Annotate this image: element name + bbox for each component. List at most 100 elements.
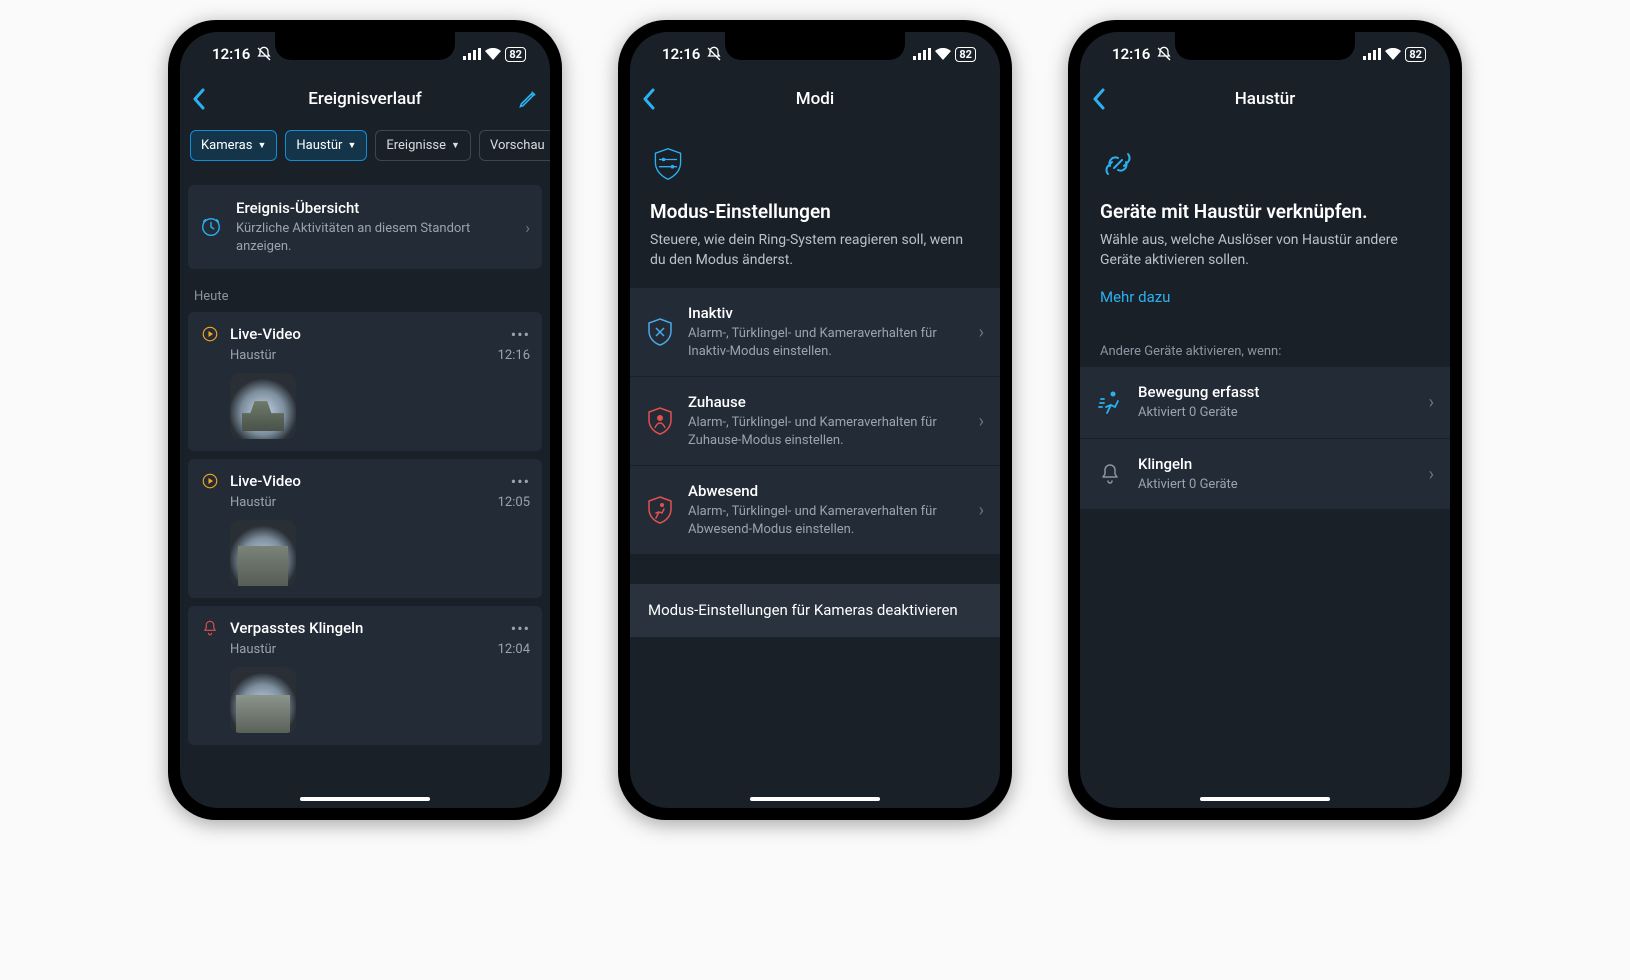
battery-level: 82 [1405,47,1426,62]
mode-inactive[interactable]: Inaktiv Alarm-, Türklingel- und Kamerave… [630,288,1000,377]
more-button[interactable]: ••• [511,619,530,638]
modes-icon [650,146,686,182]
page-title: Modi [630,89,1000,109]
event-title: Live-Video [230,472,501,490]
caret-down-icon: ▼ [257,140,266,151]
chevron-right-icon: › [979,411,984,432]
edit-button[interactable] [508,89,538,109]
header-block: Geräte mit Haustür verknüpfen. Wähle aus… [1080,122,1450,324]
signal-icon [913,48,931,60]
heading: Modus-Einstellungen [650,200,980,223]
overview-card[interactable]: Ereignis-Übersicht Kürzliche Aktivitäten… [188,185,542,269]
signal-icon [1363,48,1381,60]
chevron-right-icon: › [1429,392,1434,413]
overview-sub: Kürzliche Aktivitäten an diesem Standort… [236,220,513,255]
battery-level: 82 [955,47,976,62]
bell-off-icon [256,46,272,62]
bell-off-icon [706,46,722,62]
home-indicator[interactable] [1200,797,1330,801]
signal-icon [463,48,481,60]
page-title: Ereignisverlauf [180,89,550,109]
event-item[interactable]: Live-Video ••• Haustür 12:05 [188,459,542,598]
more-button[interactable]: ••• [511,325,530,344]
shield-person-icon [646,407,674,435]
overview-title: Ereignis-Übersicht [236,199,513,217]
modes-list: Inaktiv Alarm-, Türklingel- und Kamerave… [630,288,1000,554]
trigger-sub: Aktiviert 0 Geräte [1138,404,1415,422]
filter-chip-door[interactable]: Haustür▼ [285,130,367,161]
mode-desc: Alarm-, Türklingel- und Kameraverhalten … [688,503,965,538]
nav-bar: Ereignisverlauf [180,76,550,122]
chevron-right-icon: › [979,500,984,521]
play-icon [200,471,220,491]
page-title: Haustür [1080,89,1450,109]
nav-bar: Haustür [1080,76,1450,122]
mode-title: Inaktiv [688,304,965,322]
event-time: 12:05 [498,495,530,510]
wifi-icon [1385,48,1401,60]
disable-camera-modes-button[interactable]: Modus-Einstellungen für Kameras deaktivi… [630,584,1000,636]
event-time: 12:04 [498,642,530,657]
status-bar: 12:16 82 [180,32,550,76]
screen-events: 12:16 82 Ereignisverlauf Kameras▼ Haustü… [180,32,550,808]
triggers-list: Bewegung erfasst Aktiviert 0 Geräte › Kl… [1080,367,1450,509]
trigger-title: Bewegung erfasst [1138,383,1415,401]
battery-level: 82 [505,47,526,62]
section-label: Andere Geräte aktivieren, wenn: [1080,324,1450,367]
mode-title: Zuhause [688,393,965,411]
link-icon [1100,146,1136,182]
mode-desc: Alarm-, Türklingel- und Kameraverhalten … [688,325,965,360]
shield-x-icon [646,318,674,346]
wifi-icon [935,48,951,60]
back-button[interactable] [642,88,672,110]
event-device: Haustür [230,348,276,363]
event-thumbnail[interactable] [230,373,296,439]
bell-icon [1096,462,1124,486]
trigger-motion[interactable]: Bewegung erfasst Aktiviert 0 Geräte › [1080,367,1450,439]
status-time: 12:16 [212,45,250,63]
chevron-right-icon: › [525,218,530,237]
event-thumbnail[interactable] [230,667,296,733]
event-thumbnail[interactable] [230,520,296,586]
filter-chip-cameras[interactable]: Kameras▼ [190,130,277,161]
status-bar: 12:16 82 [1080,32,1450,76]
phone-2: 12:16 82 Modi Modus-Ein [618,20,1012,820]
nav-bar: Modi [630,76,1000,122]
filter-chip-events[interactable]: Ereignisse▼ [375,130,471,161]
chevron-left-icon [192,88,206,110]
chevron-right-icon: › [979,322,984,343]
event-time: 12:16 [498,348,530,363]
caret-down-icon: ▼ [347,140,356,151]
home-indicator[interactable] [750,797,880,801]
pencil-icon [518,89,538,109]
screen-modes: 12:16 82 Modi Modus-Ein [630,32,1000,808]
mode-desc: Alarm-, Türklingel- und Kameraverhalten … [688,414,965,449]
chevron-left-icon [642,88,656,110]
header-block: Modus-Einstellungen Steuere, wie dein Ri… [630,122,1000,288]
screen-linked-devices: 12:16 82 Haustür Geräte mit Haustü [1080,32,1450,808]
chevron-right-icon: › [1429,464,1434,485]
filter-chip-preview[interactable]: Vorschau▼ [479,130,550,161]
phone-1: 12:16 82 Ereignisverlauf Kameras▼ Haustü… [168,20,562,820]
wifi-icon [485,48,501,60]
more-button[interactable]: ••• [511,472,530,491]
status-time: 12:16 [1112,45,1150,63]
heading: Geräte mit Haustür verknüpfen. [1100,200,1430,223]
event-item[interactable]: Live-Video ••• Haustür 12:16 [188,312,542,451]
event-item[interactable]: Verpasstes Klingeln ••• Haustür 12:04 [188,606,542,745]
back-button[interactable] [1092,88,1122,110]
event-device: Haustür [230,495,276,510]
mode-home[interactable]: Zuhause Alarm-, Türklingel- und Kamerave… [630,377,1000,466]
home-indicator[interactable] [300,797,430,801]
trigger-title: Klingeln [1138,455,1415,473]
back-button[interactable] [192,88,222,110]
status-time: 12:16 [662,45,700,63]
phone-3: 12:16 82 Haustür Geräte mit Haustü [1068,20,1462,820]
mode-title: Abwesend [688,482,965,500]
event-title: Live-Video [230,325,501,343]
learn-more-link[interactable]: Mehr dazu [1100,288,1430,306]
trigger-sub: Aktiviert 0 Geräte [1138,476,1415,494]
event-title: Verpasstes Klingeln [230,619,501,637]
trigger-ring[interactable]: Klingeln Aktiviert 0 Geräte › [1080,439,1450,510]
mode-away[interactable]: Abwesend Alarm-, Türklingel- und Kamerav… [630,466,1000,554]
